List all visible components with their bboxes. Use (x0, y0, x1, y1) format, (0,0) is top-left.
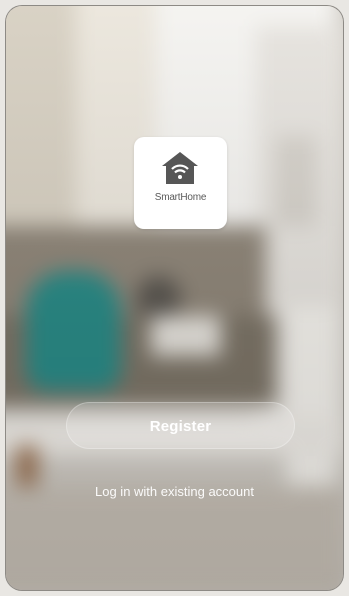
app-logo: SmartHome (134, 137, 227, 229)
login-existing-account-link[interactable]: Log in with existing account (6, 484, 343, 499)
background-photo (6, 6, 343, 590)
app-screen: SmartHome Register Log in with existing … (6, 6, 343, 590)
register-button[interactable]: Register (66, 402, 295, 449)
brand-name: SmartHome (154, 192, 207, 203)
house-wifi-icon (162, 152, 198, 184)
